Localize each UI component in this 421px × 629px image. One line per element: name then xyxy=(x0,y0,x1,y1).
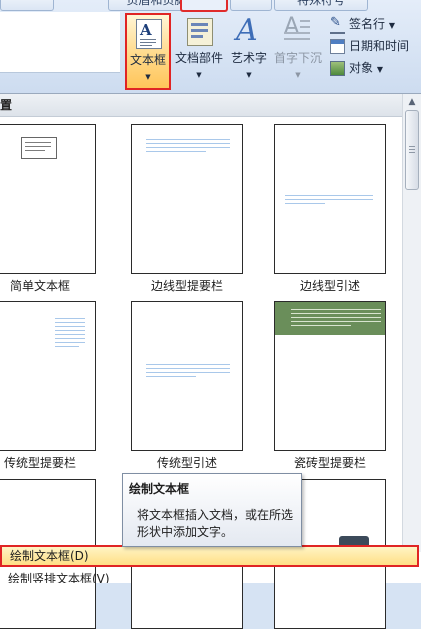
gallery-item-label: 传统型提要栏 xyxy=(3,456,76,470)
gallery-item-label: 边线型引述 xyxy=(299,279,360,293)
text-box-icon: A xyxy=(136,19,162,49)
object-button[interactable]: 对象 ▼ xyxy=(330,59,420,78)
date-time-label: 日期和时间 xyxy=(349,39,410,53)
scroll-thumb[interactable] xyxy=(405,110,419,190)
chevron-down-icon: ▼ xyxy=(145,73,151,81)
draw-vertical-text-box-menu-item[interactable]: 绘制竖排文本框(V) xyxy=(0,569,421,583)
gallery-item-tile-sidebar[interactable]: 瓷砖型提要栏 xyxy=(274,301,386,470)
gallery-item-label: 传统型引述 xyxy=(156,456,217,470)
tooltip-description: 将文本框插入文档，或在所选形状中添加文字。 xyxy=(137,508,294,539)
highlighted-tab[interactable] xyxy=(180,0,228,12)
scroll-up-arrow-icon[interactable]: ▲ xyxy=(405,96,419,108)
doc-parts-label: 文档部件 xyxy=(174,51,223,65)
draw-text-box-menu-item[interactable]: 绘制文本框(D) xyxy=(0,545,419,567)
word-art-label: 艺术字 xyxy=(230,51,267,65)
gallery-scrollbar[interactable]: ▲ xyxy=(402,94,421,552)
gallery-item-simple-text-box[interactable]: 简单文本框 xyxy=(0,124,96,293)
tooltip: 绘制文本框 将文本框插入文档，或在所选形状中添加文字。 xyxy=(122,473,302,547)
signature-icon xyxy=(330,13,345,34)
sample-green-banner xyxy=(275,302,385,335)
gallery-item-traditional-sidebar[interactable]: 传统型提要栏 xyxy=(0,301,96,470)
chevron-down-icon: ▼ xyxy=(246,71,252,79)
page-thumbnail xyxy=(0,301,96,451)
gallery-item-label: 边线型提要栏 xyxy=(150,279,223,293)
page-thumbnail xyxy=(0,124,96,274)
tooltip-title: 绘制文本框 xyxy=(129,482,190,496)
special-symbol-group-tab[interactable]: 特殊符号 xyxy=(274,0,368,11)
doc-parts-icon xyxy=(187,18,213,46)
top-tab-strip: 页眉和页脚 特殊符号 xyxy=(0,0,421,12)
chevron-down-icon: ▼ xyxy=(388,21,395,30)
text-box-gallery: 置 ▲ 简单文本框 边线型提要栏 边线型引述 传统型提要栏 传统型引述 瓷砖型提… xyxy=(0,93,421,629)
drop-cap-icon: A xyxy=(284,14,310,44)
gallery-header: 置 xyxy=(0,94,402,117)
text-box-button[interactable]: A 文本框 ▼ xyxy=(125,13,171,90)
signature-line-label: 签名行 xyxy=(349,17,386,31)
gallery-item-edge-quote[interactable]: 边线型引述 xyxy=(274,124,386,293)
calendar-icon xyxy=(330,39,345,54)
gallery-item-traditional-quote[interactable]: 传统型引述 xyxy=(131,301,243,470)
ribbon: 页眉和页脚 特殊符号 A 文本框 ▼ 文档部件 ▼ A 艺术字 ▼ A 首字下沉… xyxy=(0,0,421,93)
sample-text-box xyxy=(21,137,57,159)
object-icon xyxy=(330,61,345,76)
gallery-item-label: 简单文本框 xyxy=(9,279,70,293)
page-thumbnail xyxy=(131,301,243,451)
signature-line-button[interactable]: 签名行 ▼ xyxy=(330,13,420,34)
chevron-down-icon: ▼ xyxy=(295,71,301,79)
tab-partial-blank[interactable] xyxy=(230,0,272,11)
date-time-button[interactable]: 日期和时间 xyxy=(330,37,420,56)
page-thumbnail xyxy=(274,301,386,451)
chevron-down-icon: ▼ xyxy=(196,71,202,79)
page-thumbnail xyxy=(131,124,243,274)
tab-partial-left[interactable] xyxy=(0,0,54,11)
text-box-label: 文本框 xyxy=(129,53,166,67)
drop-cap-button[interactable]: A 首字下沉 ▼ xyxy=(272,13,324,90)
chevron-down-icon: ▼ xyxy=(376,65,383,74)
word-art-button[interactable]: A 艺术字 ▼ xyxy=(226,13,272,90)
gallery-item-label: 瓷砖型提要栏 xyxy=(293,456,366,470)
drop-cap-label: 首字下沉 xyxy=(273,51,322,65)
object-label: 对象 xyxy=(349,61,374,75)
page-thumbnail xyxy=(274,124,386,274)
gallery-item-edge-sidebar[interactable]: 边线型提要栏 xyxy=(131,124,243,293)
word-art-icon: A xyxy=(236,13,258,48)
document-area-edge xyxy=(0,12,120,73)
doc-parts-button[interactable]: 文档部件 ▼ xyxy=(173,13,225,90)
